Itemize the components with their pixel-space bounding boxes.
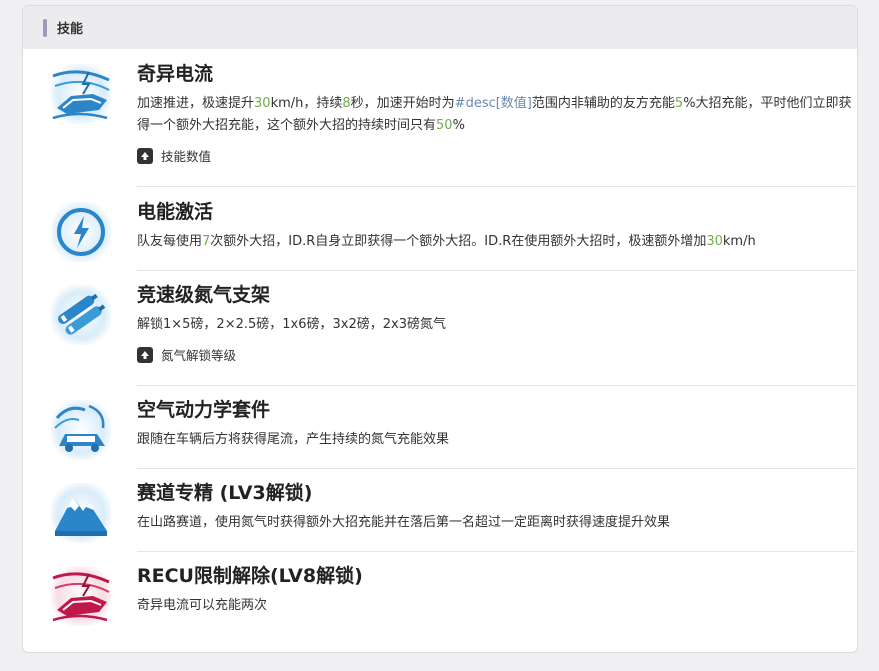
desc-text: 范围内非辅助的友方充能 bbox=[531, 96, 675, 111]
skill-description: 奇异电流可以充能两次 bbox=[137, 595, 855, 617]
skill-description: 队友每使用7次额外大招，ID.R自身立即获得一个额外大招。ID.R在使用额外大招… bbox=[137, 231, 855, 253]
divider bbox=[137, 186, 855, 187]
desc-text: % bbox=[452, 118, 465, 133]
nitro-unlock-levels-label: 氮气解锁等级 bbox=[161, 348, 237, 363]
skill-values-toggle[interactable]: 技能数值 bbox=[137, 146, 855, 165]
desc-text: 加速推进，极速提升 bbox=[137, 96, 255, 111]
divider bbox=[137, 270, 855, 271]
panel-title: 技能 bbox=[57, 22, 84, 37]
desc-text: km/h bbox=[722, 234, 756, 249]
skill-name: 竞速级氮气支架 bbox=[137, 284, 271, 306]
desc-text: 跟随在车辆后方将获得尾流，产生持续的氮气充能效果 bbox=[137, 432, 450, 447]
power-activation-icon bbox=[49, 200, 113, 264]
skills-panel: 技能 奇异电流 加速推进，极速提升30km/h，持续8秒，加速开始时为#desc… bbox=[22, 5, 858, 653]
desc-text: 队友每使用 bbox=[137, 234, 203, 249]
desc-text: 奇异电流可以充能两次 bbox=[137, 598, 268, 613]
skill-values-label: 技能数值 bbox=[161, 149, 212, 164]
skill-name: 赛道专精 (LV3解锁) bbox=[137, 482, 313, 504]
panel-header: 技能 bbox=[23, 6, 857, 49]
desc-text: 在山路赛道，使用氮气时获得额外大招充能并在落后第一名超过一定距离时获得速度提升效… bbox=[137, 515, 671, 530]
expand-up-icon bbox=[137, 346, 153, 363]
skill-name: 空气动力学套件 bbox=[137, 399, 271, 421]
skill-description: 跟随在车辆后方将获得尾流，产生持续的氮气充能效果 bbox=[137, 429, 855, 451]
desc-value-link: #desc[数值] bbox=[454, 96, 532, 111]
electric-current-icon bbox=[49, 62, 113, 126]
desc-text: 解锁1×5磅，2×2.5磅，1x6磅，3x2磅，2x3磅氮气 bbox=[137, 317, 446, 332]
recu-unlock-icon bbox=[49, 564, 113, 628]
divider bbox=[137, 468, 855, 469]
desc-text: 秒，加速开始时为 bbox=[350, 96, 455, 111]
skill-name: RECU限制解除(LV8解锁) bbox=[137, 565, 363, 587]
value-highlight: 5 bbox=[674, 96, 684, 111]
expand-up-icon bbox=[137, 147, 153, 164]
mountain-icon bbox=[49, 481, 113, 545]
skill-name: 奇异电流 bbox=[137, 63, 214, 85]
header-accent-bar bbox=[43, 18, 47, 37]
value-highlight: 30 bbox=[254, 96, 271, 111]
value-highlight: 50 bbox=[436, 118, 453, 133]
nitro-unlock-levels-toggle[interactable]: 氮气解锁等级 bbox=[137, 345, 855, 364]
desc-text: 次额外大招，ID.R自身立即获得一个额外大招。ID.R在使用额外大招时，极速额外… bbox=[210, 234, 707, 249]
nitro-tanks-icon bbox=[49, 283, 113, 347]
desc-text: km/h，持续 bbox=[270, 96, 343, 111]
skill-description: 加速推进，极速提升30km/h，持续8秒，加速开始时为#desc[数值]范围内非… bbox=[137, 93, 855, 137]
value-highlight: 30 bbox=[706, 234, 723, 249]
skill-description: 解锁1×5磅，2×2.5磅，1x6磅，3x2磅，2x3磅氮气 bbox=[137, 314, 855, 336]
aero-kit-icon bbox=[49, 398, 113, 462]
value-highlight: 8 bbox=[342, 96, 351, 111]
divider bbox=[137, 385, 855, 386]
skill-description: 在山路赛道，使用氮气时获得额外大招充能并在落后第一名超过一定距离时获得速度提升效… bbox=[137, 512, 855, 534]
skill-name: 电能激活 bbox=[137, 201, 214, 223]
divider bbox=[137, 551, 855, 552]
